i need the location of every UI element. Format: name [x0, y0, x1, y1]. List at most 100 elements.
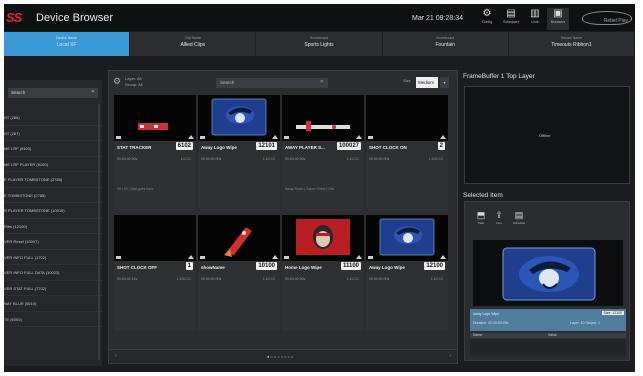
clip-card[interactable]: Away Logo Wipe 12100 00:00:02:00s L:10 C1 — [366, 215, 448, 331]
warning-icon — [440, 135, 446, 139]
grid-search-input[interactable]: Search ✕ — [216, 78, 328, 88]
device-tabs: Device Name Local XF Clip Name Allied Clip… — [4, 32, 635, 56]
size-label: Size — [403, 78, 411, 83]
monitor-icon[interactable]: ▣ Browsers — [547, 8, 569, 30]
sidebar: Search ✕ NT (286) NT (287) ME LRF (6100) ME … — [4, 80, 102, 366]
clip-loop: L:10 C1 — [262, 157, 275, 161]
tab-timeouts[interactable]: Stream Name Timeouts Ribbon1 — [508, 32, 635, 56]
chevron-right-icon[interactable]: › — [449, 353, 451, 359]
framebuffer-status: Offline — [539, 133, 551, 138]
clip-thumbnail — [282, 95, 364, 141]
lists-label: Lists — [531, 20, 539, 24]
clip-loop: L:0 C1 — [180, 157, 191, 161]
clip-title: Away Logo Wipe — [369, 265, 405, 270]
layer-icon — [368, 136, 373, 139]
value-column-header: Value — [548, 333, 557, 337]
chevron-down-icon[interactable]: ▾ — [440, 77, 449, 88]
tab-fountain[interactable]: Scoreboard Fountain — [382, 32, 509, 56]
schedule-icon: ▤ — [514, 210, 524, 220]
take-button[interactable]: ⬒ Take — [473, 210, 489, 225]
clip-description: 00 | 00 | Stat goes here — [117, 187, 154, 191]
clip-card[interactable]: Home Logo Wipe 11100 00:00:02:00s L:10 C1 — [282, 215, 364, 331]
sidebar-item[interactable]: VER INFO FULL DATA (10023) — [4, 265, 102, 281]
app-logo: SS — [6, 10, 22, 25]
clip-card[interactable]: showName 10100 00:00:02:00s L:10 C1 — [198, 215, 280, 331]
warning-icon — [188, 255, 194, 259]
clip-grid-panel: ⚙ Layer: All Group: All Search ✕ Size Med… — [108, 70, 458, 364]
clip-duration: 00:00:02:00s — [201, 277, 222, 281]
tab-device[interactable]: Device Name Local XF — [4, 32, 131, 56]
clip-title: AWAY PLAYER S... — [285, 145, 325, 150]
tab-clips[interactable]: Clip Name Allied Clips — [130, 32, 257, 56]
settings-icon[interactable]: ⚙ — [113, 76, 121, 87]
sidebar-item[interactable]: E TOMBSTONE (2788) — [4, 188, 102, 203]
sidebar-item[interactable]: NT (287) — [4, 126, 102, 141]
clip-thumbnail — [198, 215, 280, 261]
layer-filter[interactable]: ⚙ Layer: All Group: All — [113, 75, 173, 89]
cue-button[interactable]: ⇪ Cue — [491, 210, 507, 225]
clip-number: 12101 — [256, 142, 277, 150]
clip-number: 6102 — [175, 142, 193, 150]
list-icon[interactable]: ▥ Lists — [524, 8, 546, 30]
brand-logo: Rebel Play — [582, 11, 632, 25]
selected-duration: Duration: 00:00:02:00s — [473, 321, 509, 325]
clip-card[interactable]: SHOT CLOCK OFF 1 00:00:02:12s L:100 C1 — [114, 215, 196, 331]
clip-duration: 00:00:02:12s — [117, 277, 138, 281]
sidebar-item[interactable]: E PLAYER TOMBSTONE (2788) — [4, 172, 102, 188]
sidebar-item[interactable]: VER STAT FULL (7702) — [4, 281, 102, 296]
layer-icon — [116, 256, 121, 259]
clip-number: 2 — [437, 142, 445, 150]
size-select[interactable]: Medium — [416, 77, 438, 88]
take-icon: ⬒ — [476, 210, 486, 220]
clip-duration: 00:00:02:00s — [369, 277, 390, 281]
sidebar-item[interactable]: NAY BLUR (5010) — [4, 296, 102, 312]
sidebar-scrollbar[interactable] — [98, 104, 100, 360]
clip-card[interactable]: STAT TRACKER 6102 00:00:02:00s L:0 C1 00 | 0… — [114, 95, 196, 211]
sidebar-item[interactable]: Ribs (12100) — [4, 219, 102, 234]
clip-description: Away:Team | Game Sheet | Sta — [285, 187, 334, 191]
selected-badge: Size: 12100 — [601, 311, 624, 315]
chevron-left-icon[interactable]: ‹ — [115, 353, 117, 359]
framebuffer-title: FrameBuffer 1 Top Layer — [463, 73, 535, 80]
selected-layer: Layer: 10 Output: 1 — [570, 321, 600, 325]
properties-table — [470, 339, 626, 357]
sidebar-item[interactable]: ME LRF (6100) — [4, 141, 102, 157]
clear-icon[interactable]: ✕ — [320, 79, 324, 85]
warning-icon — [356, 255, 362, 259]
page-dots[interactable]: ●○○○○○○○ — [267, 354, 294, 359]
clip-duration: 00:00:02:00s — [369, 157, 390, 161]
clear-icon[interactable]: ✕ — [91, 89, 95, 95]
clip-card[interactable]: Away Logo Wipe 12101 00:00:02:00s L:10 C1 — [198, 95, 280, 211]
clip-card[interactable]: AWAY PLAYER S... 100027 00:00:02:00s L:10 C… — [282, 95, 364, 211]
config-label: Config — [481, 20, 493, 24]
scheduler-label: Scheduler — [503, 20, 519, 24]
sidebar-search-input[interactable]: Search ✕ — [8, 88, 98, 98]
sidebar-item[interactable]: R PLAYER TOMBSTONE (10019) — [4, 203, 102, 219]
sidebar-item[interactable]: TE (6000) — [4, 312, 102, 327]
layer-icon — [368, 256, 373, 259]
schedule-button[interactable]: ▤ Schedule — [511, 210, 527, 225]
warning-icon — [272, 135, 278, 139]
clip-title: showName — [201, 265, 225, 270]
clip-duration: 00:00:02:00s — [285, 277, 306, 281]
sidebar-item[interactable]: VER INFO FULL (1702) — [4, 250, 102, 265]
sidebar-item[interactable]: ME LRF PLAYER (6100) — [4, 157, 102, 172]
app-title: Device Browser — [36, 12, 114, 24]
group-label: Group: All — [125, 82, 143, 87]
clip-number: 100027 — [336, 142, 361, 150]
clip-card[interactable]: SHOT CLOCK ON 2 00:00:02:00s L:100 C1 — [366, 95, 448, 211]
clip-duration: 00:00:02:00s — [201, 157, 222, 161]
layer-icon — [284, 256, 289, 259]
sidebar-item[interactable]: NT (286) — [4, 110, 102, 126]
layer-icon — [200, 256, 205, 259]
tab-sports-lights[interactable]: Scoreboard Sports Lights — [256, 32, 383, 56]
clip-title: STAT TRACKER — [117, 145, 152, 150]
sidebar-list: NT (286) NT (287) ME LRF (6100) ME LRF PLAY… — [4, 110, 102, 327]
layer-label: Layer: All — [125, 76, 142, 81]
gear-icon[interactable]: ⚙ Config — [476, 8, 498, 30]
clipboard-icon[interactable]: ▤ Scheduler — [500, 8, 522, 30]
pager: ‹ ●○○○○○○○ › — [109, 349, 457, 363]
warning-icon — [356, 135, 362, 139]
sidebar-item[interactable]: VER Reset (10007) — [4, 234, 102, 250]
warning-icon — [440, 255, 446, 259]
